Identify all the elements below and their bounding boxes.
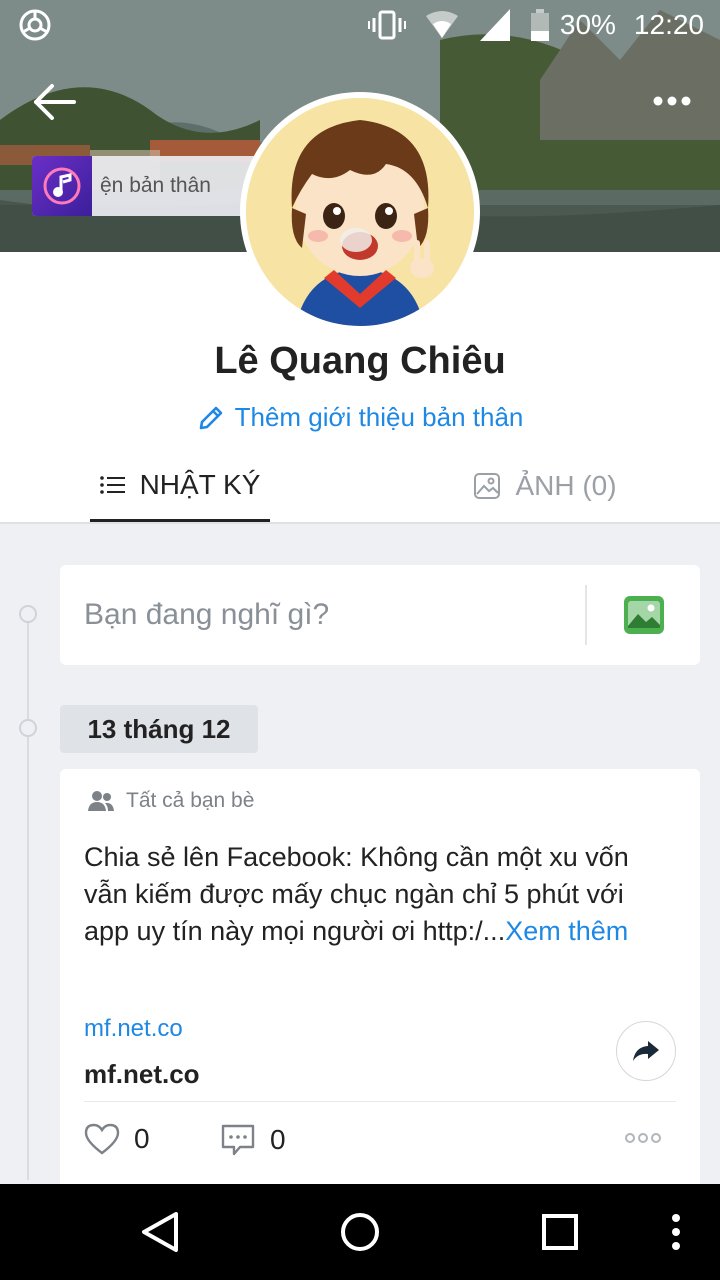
post-more-icon[interactable]: [624, 1131, 662, 1145]
link-url[interactable]: mf.net.co: [84, 1015, 183, 1043]
more-horizontal-icon[interactable]: [650, 86, 694, 116]
date-chip: 13 tháng 12: [60, 705, 258, 753]
share-button[interactable]: [616, 1021, 676, 1081]
pencil-icon: [199, 406, 222, 429]
like-button[interactable]: 0: [84, 1123, 150, 1155]
status-bar: 30% 12:20: [0, 0, 720, 50]
share-arrow-icon: [633, 1041, 659, 1061]
comment-button[interactable]: 0: [220, 1123, 286, 1157]
post-actions: 0 0: [84, 1123, 676, 1167]
tab-diary[interactable]: NHẬT KÝ: [90, 450, 270, 522]
signal-icon: [479, 9, 510, 41]
list-icon: [99, 475, 125, 494]
friends-icon: [88, 791, 114, 811]
clock: 12:20: [633, 9, 704, 40]
app-status-icon: [19, 9, 51, 41]
comment-icon: [221, 1124, 255, 1156]
avatar[interactable]: [240, 92, 480, 332]
add-intro-link[interactable]: Thêm giới thiệu bản thân: [0, 402, 720, 433]
music-chip-label: ện bản thân: [100, 174, 211, 197]
back-arrow-icon[interactable]: [30, 80, 80, 124]
compose-divider: [585, 585, 587, 645]
photo-icon[interactable]: [624, 596, 664, 634]
timeline-line: [27, 620, 29, 1180]
timeline-dot: [19, 605, 37, 623]
see-more-link[interactable]: Xem thêm: [505, 916, 628, 946]
post-text: Chia sẻ lên Facebook: Không cần một xu v…: [84, 839, 644, 950]
battery-icon: [530, 9, 549, 41]
tab-diary-label: NHẬT KÝ: [139, 468, 261, 500]
post-card: Tất cả bạn bè Chia sẻ lên Facebook: Khôn…: [60, 769, 700, 1189]
nav-recent-icon[interactable]: [540, 1212, 580, 1252]
tab-photos-label: ẢNH (0): [515, 470, 617, 501]
link-title[interactable]: mf.net.co: [84, 1059, 200, 1090]
nav-home-icon[interactable]: [338, 1210, 382, 1254]
vibrate-icon: [367, 10, 406, 40]
heart-icon: [84, 1123, 120, 1155]
profile-name: Lê Quang Chiêu: [214, 340, 506, 382]
timeline-dot: [19, 719, 37, 737]
wifi-icon: [425, 11, 458, 38]
nav-back-icon[interactable]: [138, 1210, 182, 1254]
add-intro-label: Thêm giới thiệu bản thân: [234, 402, 524, 432]
comment-count: 0: [270, 1124, 286, 1155]
post-privacy: Tất cả bạn bè: [88, 789, 254, 813]
system-nav-bar: [0, 1184, 720, 1280]
like-count: 0: [134, 1123, 150, 1154]
image-icon: [474, 473, 501, 499]
compose-box[interactable]: Bạn đang nghĩ gì?: [60, 565, 700, 665]
compose-input[interactable]: Bạn đang nghĩ gì?: [84, 565, 329, 665]
post-divider: [84, 1101, 676, 1102]
music-note-icon: [32, 156, 92, 216]
nav-menu-icon[interactable]: [668, 1212, 684, 1252]
tab-photos[interactable]: ẢNH (0): [460, 450, 630, 522]
battery-level: 30%: [559, 9, 616, 40]
post-privacy-label: Tất cả bạn bè: [126, 789, 255, 812]
profile-tabs: NHẬT KÝ ẢNH (0): [0, 450, 720, 524]
